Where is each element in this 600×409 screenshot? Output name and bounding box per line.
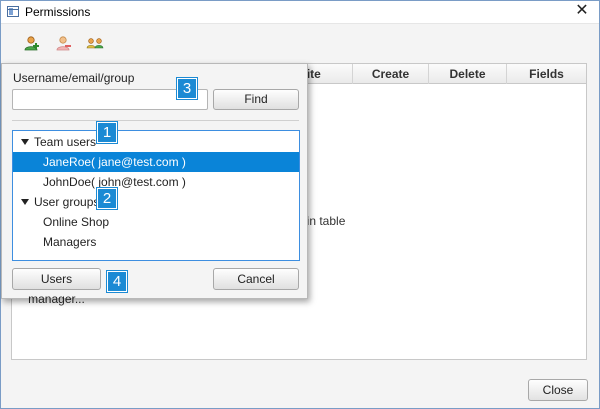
callout-4: 4 — [107, 271, 127, 292]
column-header-fields[interactable]: Fields — [506, 64, 586, 84]
window-app-icon — [7, 6, 19, 17]
close-button[interactable]: Close — [528, 379, 588, 401]
divider — [12, 120, 299, 121]
window-close-icon[interactable]: ✕ — [573, 2, 591, 20]
permissions-window: Permissions ✕ rite Create Delete Fields … — [0, 0, 600, 409]
remove-user-icon[interactable] — [53, 34, 73, 54]
tree-item-johndoe[interactable]: JohnDoe( john@test.com ) — [13, 172, 299, 192]
expand-arrow-icon[interactable] — [21, 198, 29, 205]
users-tree[interactable]: Team users JaneRoe( jane@test.com ) John… — [12, 130, 300, 261]
callout-2: 2 — [97, 188, 117, 209]
tree-item-online-shop[interactable]: Online Shop — [13, 212, 299, 232]
tree-item-managers[interactable]: Managers — [13, 232, 299, 252]
tree-group-user-groups[interactable]: User groups — [13, 192, 299, 212]
cancel-button[interactable]: Cancel — [213, 268, 299, 290]
callout-1: 1 — [97, 122, 117, 143]
users-manager-button[interactable]: Users manager... — [12, 268, 101, 306]
tree-item-janeroe[interactable]: JaneRoe( jane@test.com ) — [13, 152, 299, 172]
find-button[interactable]: Find — [213, 89, 299, 110]
user-selection-popup: Username/email/group Find Team users Jan… — [1, 63, 308, 306]
users-group-icon[interactable] — [85, 34, 105, 54]
add-user-icon[interactable] — [21, 34, 41, 54]
column-header-delete[interactable]: Delete — [428, 64, 506, 84]
column-header-create[interactable]: Create — [352, 64, 428, 84]
tree-group-label: Team users — [34, 135, 97, 149]
tree-group-label: User groups — [34, 195, 100, 209]
search-label: Username/email/group — [13, 71, 135, 85]
title-bar: Permissions ✕ — [1, 1, 599, 23]
toolbar — [1, 23, 599, 63]
window-title: Permissions — [25, 5, 91, 19]
tree-group-team-users[interactable]: Team users — [13, 132, 299, 152]
expand-arrow-icon[interactable] — [21, 138, 29, 145]
callout-3: 3 — [177, 78, 197, 99]
